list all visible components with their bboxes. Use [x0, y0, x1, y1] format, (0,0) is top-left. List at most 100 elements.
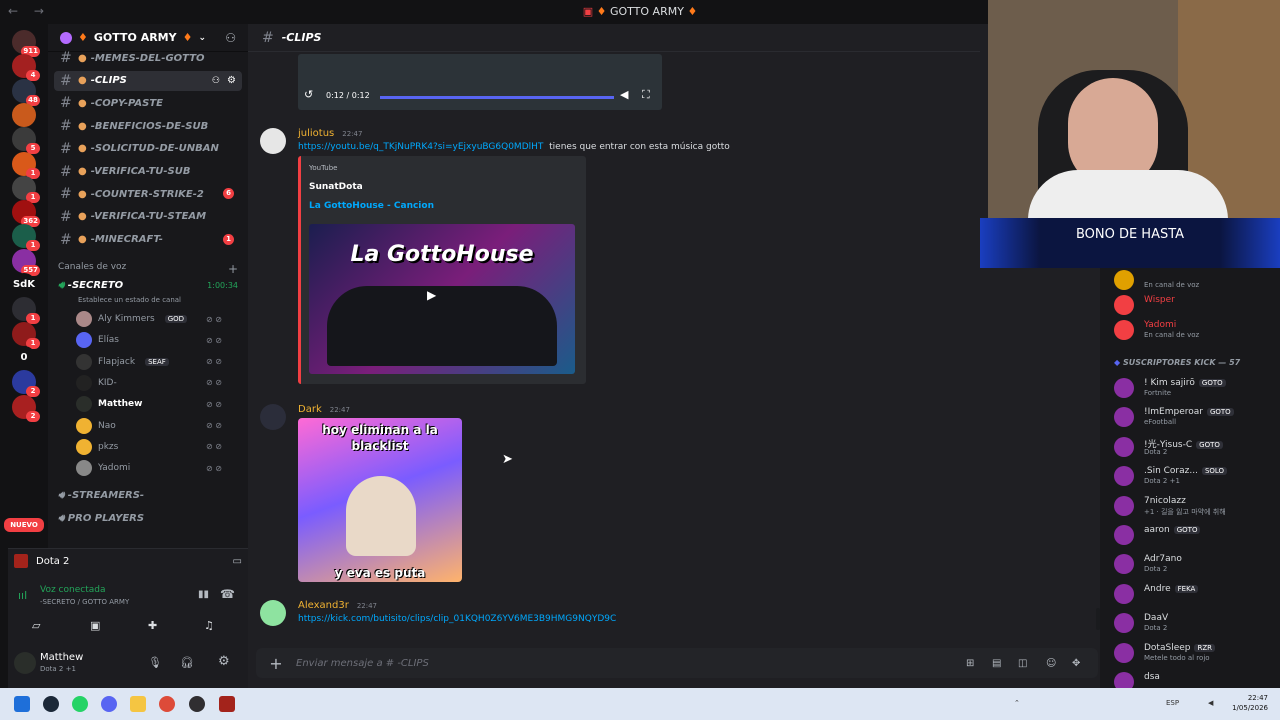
- server-icon[interactable]: 911: [12, 30, 40, 57]
- server-icon[interactable]: 1: [12, 297, 40, 325]
- message-input[interactable]: Enviar mensaje a # -CLIPS: [296, 658, 429, 669]
- game-activity[interactable]: Dota 2 ▭: [14, 551, 242, 571]
- steam-icon[interactable]: [43, 696, 59, 712]
- add-member-icon[interactable]: ⚇: [212, 76, 220, 86]
- taskbar-clock[interactable]: 22:47 1/05/2026: [1232, 693, 1268, 713]
- embed-title[interactable]: La GottoHouse - Cancion: [309, 201, 434, 211]
- volume-icon[interactable]: ◀: [1208, 699, 1213, 707]
- channel-item[interactable]: # ● -VERIFICA-TU-STEAM: [54, 207, 242, 227]
- discord-icon[interactable]: [101, 696, 117, 712]
- video-progress-bar[interactable]: [380, 96, 614, 99]
- apps-icon[interactable]: ✥: [1072, 658, 1080, 669]
- server-icon[interactable]: SdK: [12, 273, 36, 297]
- voice-user[interactable]: Nao ⊘ ⊘: [76, 416, 222, 436]
- dota-icon[interactable]: [219, 696, 235, 712]
- author-name[interactable]: Alexand3r: [298, 600, 349, 611]
- member-item[interactable]: .Sin Coraz... SOLO Dota 2 +1: [1114, 464, 1280, 488]
- voice-channel-secreto[interactable]: 🔊︎ -SECRETO 1:00:34: [58, 280, 240, 296]
- gift-icon[interactable]: ⊞: [966, 658, 974, 669]
- member-item[interactable]: DaaV Dota 2: [1114, 611, 1280, 635]
- channel-item[interactable]: # ● -COPY-PASTE: [54, 93, 242, 113]
- server-icon[interactable]: 1: [12, 224, 40, 252]
- windows-start-icon[interactable]: [14, 696, 30, 712]
- author-name[interactable]: juliotus: [298, 128, 334, 139]
- voice-channel-streamers[interactable]: 🔊︎ -STREAMERS-: [58, 490, 144, 501]
- voice-user[interactable]: Matthew ⊘ ⊘: [76, 394, 222, 414]
- member-item[interactable]: 7nicolazz +1 · 길을 잃고 마약에 취해: [1114, 494, 1280, 518]
- avatar[interactable]: [14, 652, 36, 674]
- server-icon[interactable]: 557: [12, 248, 40, 276]
- share-screen-icon[interactable]: ▣: [90, 619, 100, 632]
- disconnect-icon[interactable]: ☎: [220, 587, 235, 601]
- message-author[interactable]: Alexand3r 22:47: [298, 600, 377, 611]
- message-link[interactable]: https://youtu.be/q_TKjNuPRK4?si=yEjxyuBG…: [298, 142, 543, 152]
- voice-status[interactable]: Voz conectada: [40, 585, 105, 595]
- add-member-icon[interactable]: ⚇: [225, 31, 236, 45]
- member-item[interactable]: !ImEmperoar GOTO eFootball: [1114, 405, 1280, 429]
- member-item[interactable]: aaron GOTO: [1114, 523, 1280, 547]
- channel-item[interactable]: # ● -MINECRAFT- 1: [54, 230, 242, 250]
- channel-item[interactable]: # ● -VERIFICA-TU-SUB: [54, 162, 242, 182]
- settings-icon[interactable]: ⚙: [218, 654, 230, 669]
- voice-user[interactable]: KID- ⊘ ⊘: [76, 373, 222, 393]
- tray-chevron-icon[interactable]: ⌃: [1014, 699, 1020, 707]
- author-name[interactable]: Dark: [298, 404, 322, 415]
- soundboard-button-icon[interactable]: ♫: [204, 619, 214, 632]
- server-icon[interactable]: 1: [12, 321, 40, 349]
- whatsapp-icon[interactable]: [72, 696, 88, 712]
- obs-icon[interactable]: [189, 696, 205, 712]
- server-icon[interactable]: 48: [12, 78, 40, 106]
- voice-user[interactable]: Aly Kimmers GOD ⊘ ⊘: [76, 309, 222, 329]
- avatar[interactable]: [260, 404, 286, 430]
- username[interactable]: Matthew: [40, 652, 83, 663]
- message-author[interactable]: Dark 22:47: [298, 404, 350, 415]
- voice-channel-pro-players[interactable]: 🔊︎ PRO PLAYERS: [58, 513, 144, 524]
- channel-item[interactable]: # ● -CLIPS ⚇ ⚙: [54, 70, 242, 91]
- add-channel-icon[interactable]: +: [228, 262, 238, 276]
- member-item[interactable]: ! Kim sajirō GOTO Fortnite: [1114, 376, 1280, 400]
- member-item[interactable]: Andre FEKA: [1114, 582, 1280, 606]
- server-icon[interactable]: 1: [12, 151, 40, 179]
- voice-location[interactable]: -SECRETO / GOTTO ARMY: [40, 598, 129, 606]
- server-icon[interactable]: 1: [12, 175, 40, 203]
- volume-icon[interactable]: ◀: [620, 88, 628, 101]
- voice-channel-status[interactable]: Establece un estado de canal: [78, 296, 181, 304]
- server-icon[interactable]: 5: [12, 127, 40, 155]
- add-attachment-icon[interactable]: +: [256, 654, 296, 673]
- new-badge[interactable]: NUEVO: [4, 518, 44, 532]
- server-icon[interactable]: 2: [12, 370, 40, 398]
- microphone-icon[interactable]: 🎙︎: [148, 656, 162, 669]
- message-link[interactable]: https://kick.com/butisito/clips/clip_01K…: [298, 614, 616, 624]
- member-item[interactable]: En canal de voz: [1114, 268, 1280, 292]
- language-indicator[interactable]: ESP: [1166, 699, 1179, 707]
- server-icon[interactable]: [12, 102, 36, 127]
- voice-user[interactable]: Flapjack SEAF ⊘ ⊘: [76, 352, 222, 372]
- channel-item[interactable]: # ● -MEMES-DEL-GOTTO: [54, 48, 242, 68]
- member-item[interactable]: Yadomi En canal de voz: [1114, 318, 1280, 342]
- headset-icon[interactable]: 🎧︎: [180, 656, 194, 669]
- voice-user[interactable]: pkzs ⊘ ⊘: [76, 437, 222, 457]
- soundboard-icon[interactable]: ▮▮: [198, 589, 209, 600]
- file-explorer-icon[interactable]: [130, 696, 146, 712]
- avatar[interactable]: [260, 600, 286, 626]
- embed-author[interactable]: SunatDota: [309, 182, 363, 192]
- server-icon[interactable]: 0: [12, 345, 36, 370]
- sticker-icon[interactable]: ◫: [1018, 658, 1027, 669]
- channel-item[interactable]: # ● -BENEFICIOS-DE-SUB: [54, 116, 242, 136]
- screen-share-icon[interactable]: ▭: [233, 556, 242, 567]
- server-icon[interactable]: 362: [12, 200, 40, 228]
- voice-channels-header[interactable]: Canales de voz +: [58, 262, 238, 276]
- embed-video-thumbnail[interactable]: La GottoHouse ▶: [309, 224, 575, 374]
- channel-item[interactable]: # ● -COUNTER-STRIKE-2 6: [54, 184, 242, 204]
- settings-icon[interactable]: ⚙: [227, 75, 236, 86]
- camera-off-icon[interactable]: ▱: [32, 619, 40, 632]
- member-item[interactable]: Adr7ano Dota 2: [1114, 552, 1280, 576]
- voice-user[interactable]: Yadomi ⊘ ⊘: [76, 458, 222, 478]
- server-icon[interactable]: 4: [12, 54, 40, 82]
- server-icon[interactable]: 2: [12, 394, 40, 422]
- member-item[interactable]: DotaSleep RZR Metele todo al rojo: [1114, 641, 1280, 665]
- play-icon[interactable]: ▶: [427, 288, 436, 302]
- member-item[interactable]: !光-Yisus-C GOTO Dota 2: [1114, 435, 1280, 459]
- avatar[interactable]: [260, 128, 286, 154]
- activities-icon[interactable]: ✚: [148, 619, 157, 632]
